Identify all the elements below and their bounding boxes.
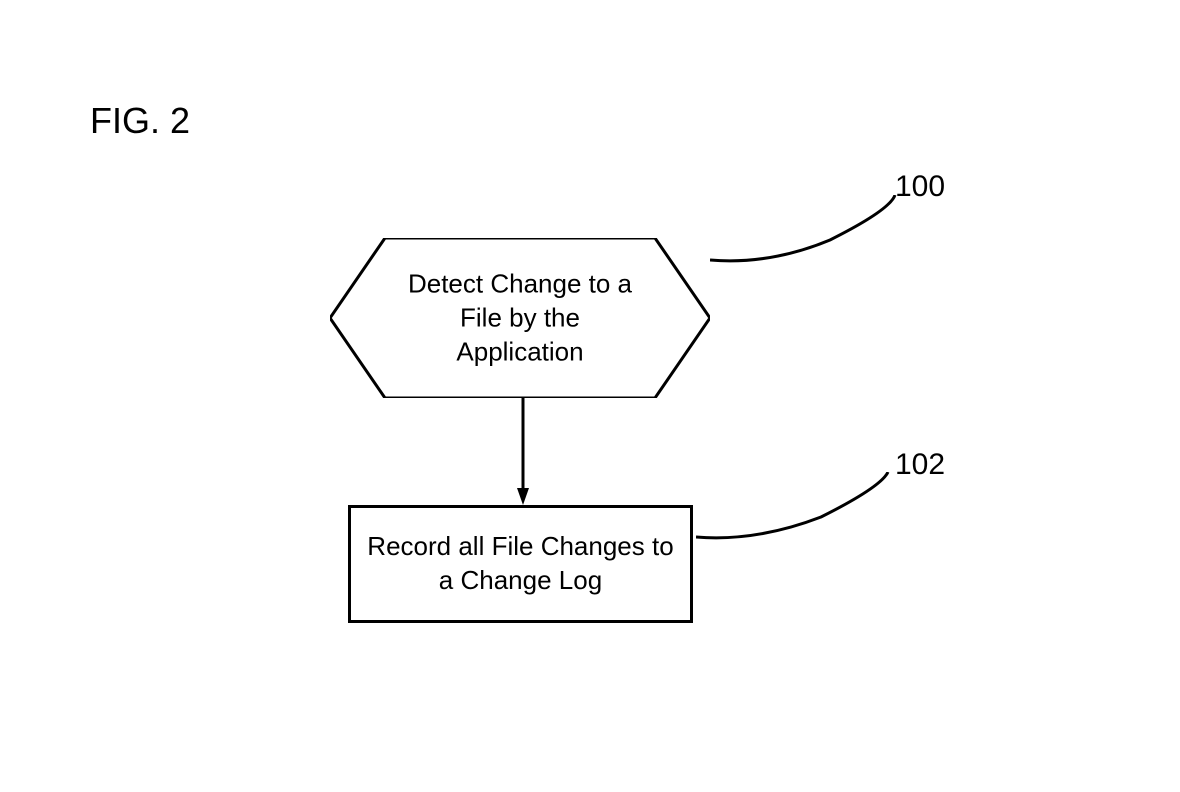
leader-line-102 <box>696 472 896 547</box>
step1-text: Detect Change to aFile by theApplication <box>330 267 710 368</box>
flowchart-decision-step: Detect Change to aFile by theApplication <box>330 238 710 398</box>
flowchart-arrow <box>517 398 529 513</box>
leader-line-100 <box>710 195 905 270</box>
reference-number-102: 102 <box>895 448 945 482</box>
figure-label: FIG. 2 <box>90 100 190 142</box>
flowchart-process-step: Record all File Changes toa Change Log <box>348 505 693 623</box>
step2-text: Record all File Changes toa Change Log <box>367 530 673 598</box>
